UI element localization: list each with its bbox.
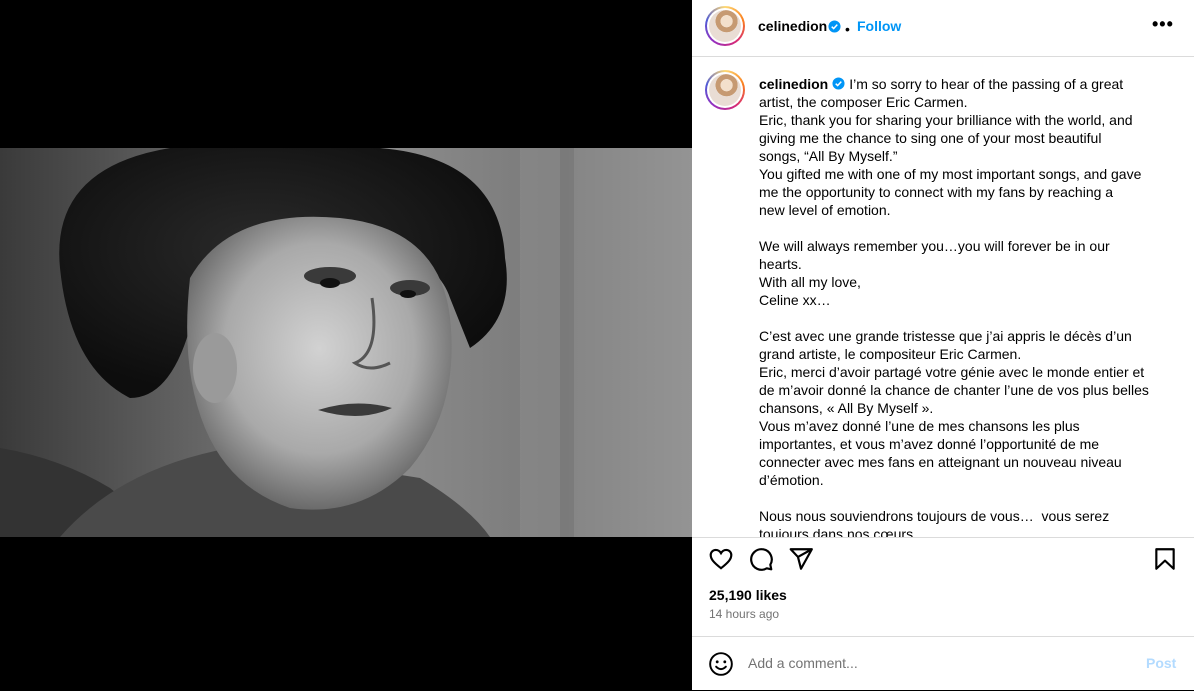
header-username[interactable]: celinedion [758,18,827,34]
post-comment-button[interactable]: Post [1146,655,1176,671]
post-photo[interactable] [0,148,692,537]
post-timestamp[interactable]: 14 hours ago [709,607,779,621]
action-bar: 25,190 likes 14 hours ago [692,537,1194,638]
caption-text-block: celinedion I’m so sorry to hear of the pa… [759,75,1171,537]
caption-avatar[interactable] [705,70,745,110]
avatar[interactable] [705,6,745,46]
caption-username[interactable]: celinedion [759,76,828,92]
bookmark-icon[interactable] [1152,546,1178,572]
heart-icon[interactable] [708,546,734,572]
verified-badge-icon [832,77,845,90]
follow-button[interactable]: Follow [857,18,901,34]
post-photo-image [0,148,692,537]
verified-badge-icon [828,20,841,33]
caption-text: I’m so sorry to hear of the passing of a… [759,76,1149,537]
comment-bar: Post [692,636,1194,691]
likes-count[interactable]: 25,190 likes [709,587,787,603]
comment-icon[interactable] [748,546,774,572]
post-header: celinedion • Follow ••• [692,0,1194,57]
post-details-panel: celinedion • Follow ••• celinedion I’m so… [692,0,1194,690]
more-options-icon[interactable]: ••• [1152,14,1174,35]
emoji-icon[interactable] [708,651,734,677]
media-panel [0,0,692,690]
comment-input[interactable] [748,651,1128,675]
share-icon[interactable] [788,546,814,572]
separator-dot: • [845,21,850,37]
caption-area[interactable]: celinedion I’m so sorry to hear of the pa… [692,57,1194,537]
